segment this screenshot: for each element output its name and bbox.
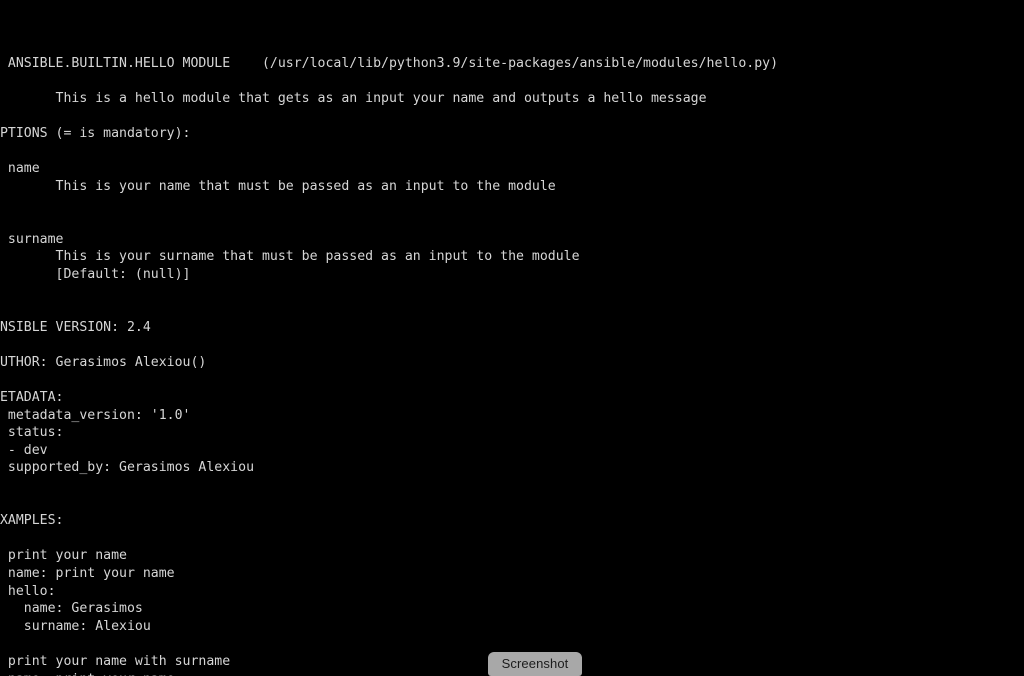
- terminal-line: This is a hello module that gets as an i…: [0, 90, 707, 106]
- terminal-line: name: Gerasimos: [0, 601, 143, 617]
- terminal-line: - surname: [7, 231, 64, 247]
- terminal-line: > ANSIBLE.BUILTIN.HELLO MODULE (/usr/loc…: [0, 55, 779, 71]
- terminal-line: supported_by: Gerasimos Alexiou: [0, 460, 255, 476]
- screenshot-badge[interactable]: Screenshot: [488, 652, 582, 676]
- terminal-line: - dev: [7, 442, 48, 458]
- terminal-line: OPTIONS (= is mandatory):: [0, 126, 191, 142]
- terminal-line: EXAMPLES:: [0, 513, 64, 529]
- terminal-screen: > ANSIBLE.BUILTIN.HELLO MODULE (/usr/loc…: [0, 2, 1024, 676]
- terminal-line: This is your surname that must be passed…: [0, 249, 580, 265]
- terminal-line: status:: [7, 425, 64, 441]
- terminal-line: metadata_version: '1.0': [0, 407, 191, 423]
- terminal-line: # print your name: [0, 548, 127, 564]
- terminal-line: This is your name that must be passed as…: [0, 178, 556, 194]
- terminal-line: surname: Alexiou: [0, 618, 151, 634]
- terminal-line: = name: [7, 161, 40, 177]
- terminal-line: hello:: [7, 583, 56, 599]
- terminal-line: ANSIBLE VERSION: 2.4: [0, 319, 151, 335]
- terminal-line: METADATA:: [0, 390, 64, 406]
- terminal-line: - name: print your name: [0, 566, 175, 581]
- terminal-window[interactable]: > ANSIBLE.BUILTIN.HELLO MODULE (/usr/loc…: [0, 0, 1024, 676]
- terminal-line: [Default: (null)]: [0, 266, 191, 282]
- terminal-line: AUTHOR: Gerasimos Alexiou(): [0, 354, 207, 370]
